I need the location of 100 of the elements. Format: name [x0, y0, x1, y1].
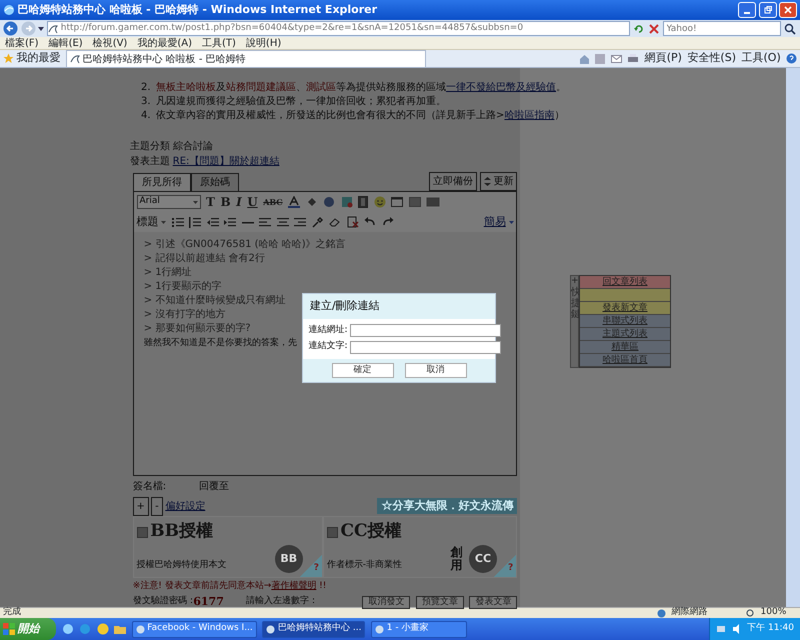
refresh-icon[interactable]: [633, 22, 645, 34]
close-button[interactable]: [779, 2, 798, 18]
help-icon[interactable]: [786, 53, 798, 64]
shortcut-link[interactable]: 哈啦區首頁: [580, 354, 670, 367]
outdent-icon[interactable]: [206, 216, 219, 228]
license-title: CC授權: [340, 520, 402, 544]
back-button[interactable]: [2, 21, 18, 36]
toolbar-menu[interactable]: 工具(O): [742, 50, 781, 67]
search-field[interactable]: Yahoo!: [662, 21, 780, 36]
copyright-link[interactable]: 著作權聲明: [271, 581, 316, 592]
font-size-button[interactable]: T: [206, 193, 215, 211]
taskbar-button[interactable]: 1 - 小畫家: [370, 620, 467, 638]
strikethrough-button[interactable]: ABC: [263, 196, 283, 208]
taskbar-button[interactable]: Facebook - Windows I...: [132, 620, 257, 638]
printer-icon[interactable]: [627, 54, 640, 64]
action-button[interactable]: 發表文章: [469, 596, 518, 608]
dialog-button[interactable]: 確定: [332, 363, 394, 378]
expand-button[interactable]: +: [132, 496, 149, 516]
start-button[interactable]: 開始: [0, 618, 56, 640]
redo-icon[interactable]: [382, 217, 394, 227]
editor-tab[interactable]: 所見所得: [132, 173, 191, 191]
body-text: 雖然我不知道是不是你要找的答案，先: [144, 336, 297, 350]
input-field[interactable]: [350, 324, 502, 338]
category-text: 綜合討論: [172, 140, 213, 154]
menu-item[interactable]: 編輯(E): [44, 36, 88, 50]
subject-link[interactable]: RE:【問題】關於超連結: [172, 154, 280, 170]
address-field[interactable]: http://forum.gamer.com.tw/post1.php?bsn=60404&type=2&re=1&snA=12051&sn=44857&subbsn=0: [47, 21, 630, 36]
menu-item[interactable]: 我的最愛(A): [132, 36, 197, 50]
eraser-icon[interactable]: [329, 217, 342, 227]
dropdown-icon[interactable]: [38, 26, 44, 30]
menu-item[interactable]: 說明(H): [240, 36, 286, 50]
bold-button[interactable]: B: [220, 193, 231, 211]
image-icon[interactable]: [340, 196, 353, 208]
menu-item[interactable]: 檢視(V): [88, 36, 132, 50]
align-right-icon[interactable]: [294, 216, 306, 228]
align-center-icon[interactable]: [276, 216, 289, 228]
quote-line: > 那要如何顯示要的字?: [144, 322, 251, 336]
window-icon[interactable]: [391, 197, 404, 207]
dialog-button[interactable]: 取消: [404, 363, 466, 378]
home-icon[interactable]: [578, 54, 590, 64]
folder-icon[interactable]: [114, 624, 126, 634]
remove-format-icon[interactable]: [346, 216, 359, 228]
scrollbar[interactable]: [786, 68, 800, 607]
menu-item[interactable]: 工具(T): [197, 36, 241, 50]
italic-button[interactable]: I: [236, 193, 242, 211]
quote-line: > 1行要顯示的字: [144, 280, 222, 294]
star-icon[interactable]: [2, 53, 14, 64]
help-mark[interactable]: ?: [494, 554, 516, 576]
favorites-button[interactable]: 我的最愛: [16, 50, 60, 67]
quote-line: > 沒有打字的地方: [144, 308, 226, 322]
volume-icon[interactable]: [732, 624, 742, 634]
toolbar-menu[interactable]: 網頁(P): [644, 50, 682, 67]
license-title: BB授權: [150, 520, 213, 544]
taskbar-button[interactable]: 巴哈姆特站務中心 ...: [262, 620, 366, 638]
rule-text: 4. 依文章內容的實用及權威性，所發送的比例也會有很大的不同（詳見新手上路>哈啦區指南）: [141, 108, 564, 123]
help-mark[interactable]: ?: [300, 554, 322, 576]
magnifier-icon[interactable]: [746, 608, 756, 618]
indent-icon[interactable]: [224, 216, 236, 228]
toolbar-menu[interactable]: 安全性(S): [687, 50, 736, 67]
editor-tab[interactable]: 原始碼: [190, 173, 239, 191]
backup-button[interactable]: 立即備份: [428, 172, 477, 191]
input-field[interactable]: [350, 340, 502, 354]
app-icon: [374, 624, 384, 634]
refresh-icon: [484, 177, 490, 186]
format-select[interactable]: 標題: [136, 214, 166, 230]
minimize-button[interactable]: [738, 2, 756, 18]
bullet-list-icon[interactable]: [172, 216, 184, 228]
restore-button[interactable]: [758, 2, 776, 18]
checkbox[interactable]: [136, 526, 148, 538]
shortcut-link[interactable]: 回文章列表: [580, 276, 670, 289]
align-left-icon[interactable]: [259, 216, 272, 228]
brush-icon[interactable]: [312, 216, 324, 228]
undo-icon[interactable]: [364, 217, 376, 227]
action-button[interactable]: 取消發文: [362, 596, 410, 608]
browser-tab[interactable]: 巴哈姆特站務中心 哈啦板 - 巴哈姆特: [66, 50, 426, 67]
app-icon: [266, 624, 276, 634]
status-text: 完成: [2, 606, 22, 620]
zoom-text[interactable]: 100%: [760, 606, 786, 620]
field-label: 連結網址:: [308, 324, 348, 337]
shortcut-link[interactable]: 串聯式列表: [580, 315, 670, 328]
shortcut-link[interactable]: [580, 289, 670, 302]
stop-icon[interactable]: [648, 22, 660, 34]
zone-text: 網際網路: [672, 606, 708, 620]
film-icon[interactable]: [358, 196, 368, 208]
refresh-button[interactable]: 更新: [480, 172, 518, 191]
text-color-icon[interactable]: [288, 196, 300, 208]
underline-button[interactable]: U: [247, 193, 258, 211]
mode-link[interactable]: 簡易: [484, 214, 514, 230]
preferences-link[interactable]: 偏好設定: [165, 498, 206, 514]
font-select[interactable]: Arial: [136, 195, 200, 209]
shortcut-link[interactable]: 精華區: [580, 341, 670, 354]
shortcut-link[interactable]: 主題式列表: [580, 328, 670, 341]
search-icon[interactable]: [783, 22, 798, 34]
numbered-list-icon[interactable]: [189, 216, 202, 228]
collapse-button[interactable]: -: [151, 496, 162, 516]
action-button[interactable]: 預覽文章: [416, 596, 464, 608]
checkbox[interactable]: [326, 526, 338, 538]
shortcut-link[interactable]: 發表新文章: [580, 302, 670, 315]
mail-icon[interactable]: [610, 54, 622, 62]
menu-item[interactable]: 檔案(F): [0, 36, 44, 50]
